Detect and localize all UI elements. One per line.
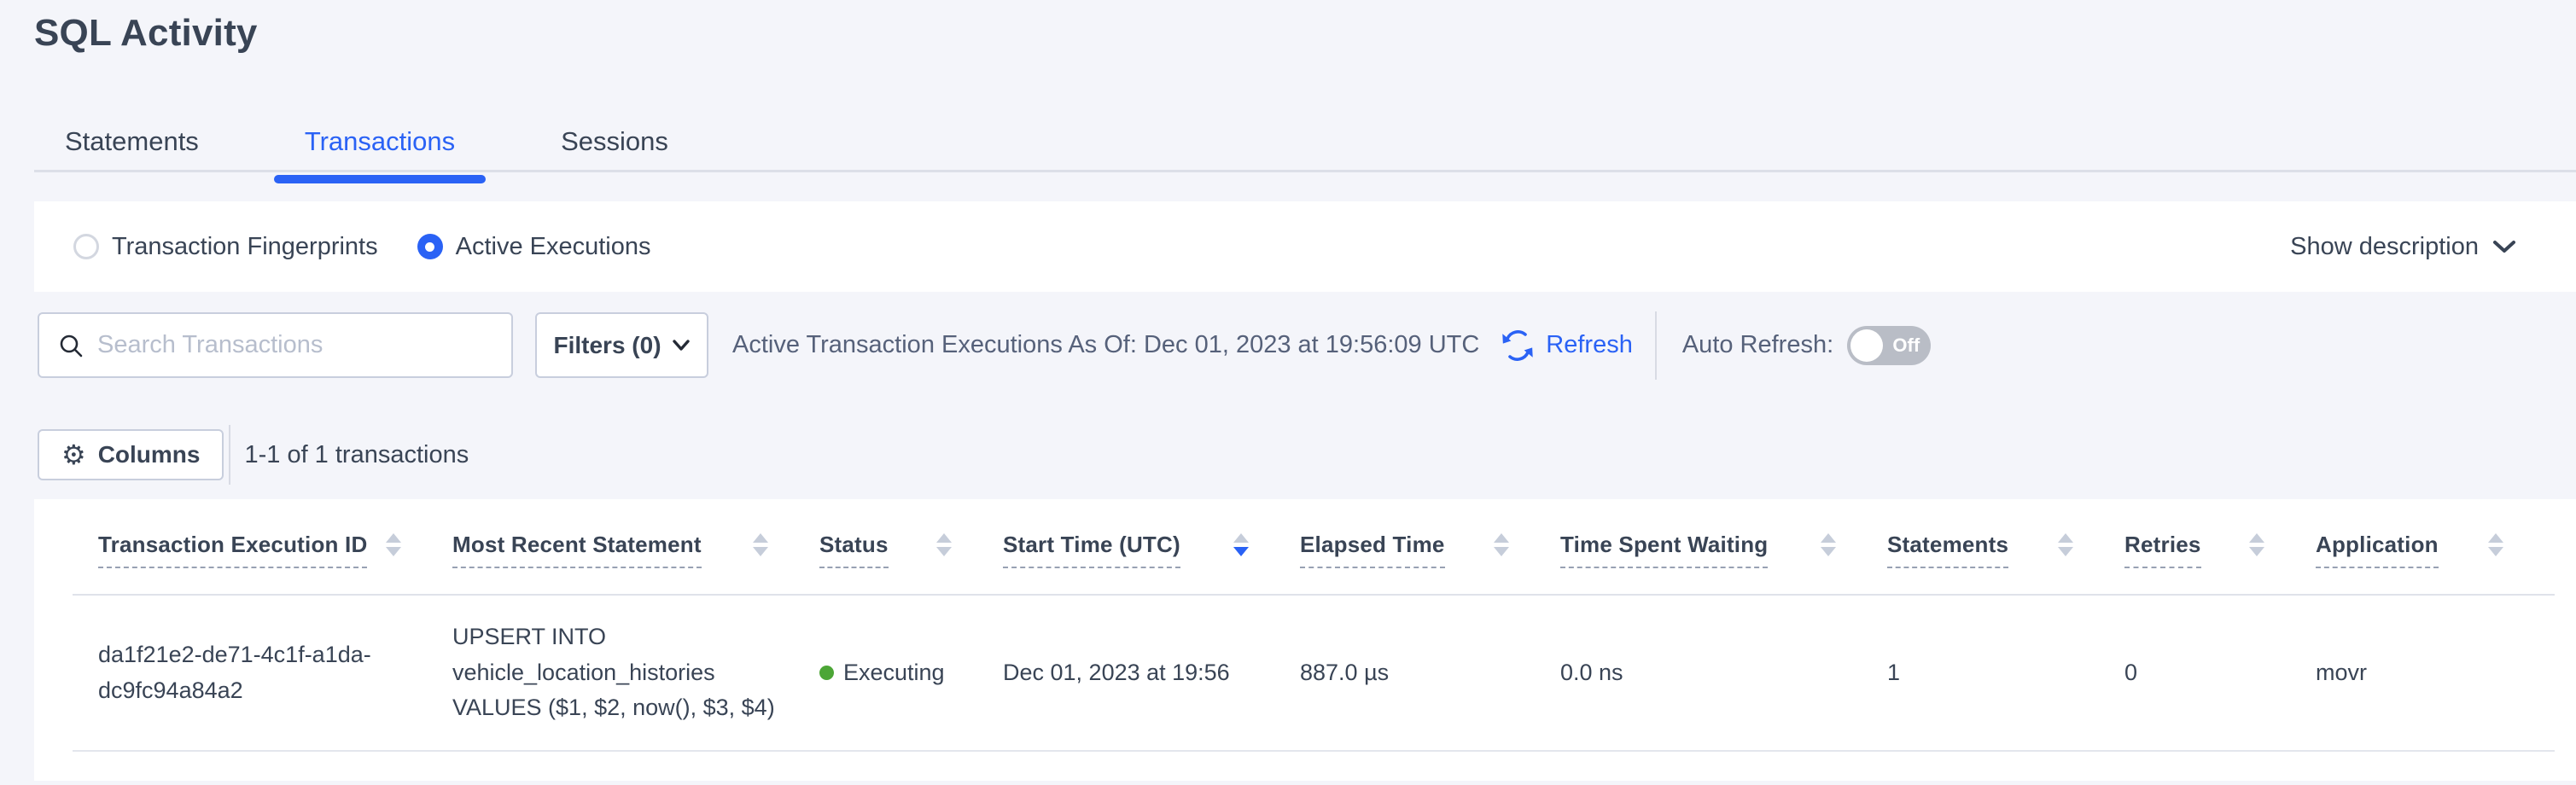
column-header-start-time[interactable]: Start Time (UTC) xyxy=(1003,499,1300,595)
filters-button[interactable]: Filters (0) xyxy=(535,312,708,378)
column-header-label[interactable]: Statements xyxy=(1887,532,2008,568)
table-header-row: Transaction Execution ID Most Recent Sta… xyxy=(73,499,2555,595)
cell-transaction-execution-id[interactable]: da1f21e2-de71-4c1f-a1da-dc9fc94a84a2 xyxy=(73,595,452,751)
status-label: Executing xyxy=(843,655,945,691)
column-header-label[interactable]: Transaction Execution ID xyxy=(98,532,367,568)
table-controls-row: ⚙ Columns 1-1 of 1 transactions xyxy=(38,429,469,480)
search-icon xyxy=(58,333,84,358)
cell-most-recent-statement: UPSERT INTO vehicle_location_histories V… xyxy=(452,595,819,751)
column-header-transaction-execution-id[interactable]: Transaction Execution ID xyxy=(73,499,452,595)
column-header-label[interactable]: Start Time (UTC) xyxy=(1003,532,1180,568)
transactions-table: Transaction Execution ID Most Recent Sta… xyxy=(73,499,2555,752)
toggle-knob[interactable] xyxy=(1850,329,1883,362)
columns-button[interactable]: ⚙ Columns xyxy=(38,429,224,480)
column-header-label[interactable]: Elapsed Time xyxy=(1300,532,1445,568)
sort-arrows-icon[interactable] xyxy=(1494,533,1509,556)
transactions-table-panel: Transaction Execution ID Most Recent Sta… xyxy=(34,499,2576,781)
executing-status-dot-icon xyxy=(819,666,834,680)
view-options-panel: Transaction Fingerprints Active Executio… xyxy=(34,201,2576,292)
cell-statements: 1 xyxy=(1887,595,2124,751)
cell-application: movr xyxy=(2316,595,2555,751)
search-box[interactable] xyxy=(38,312,513,378)
as-of-timestamp: Active Transaction Executions As Of: Dec… xyxy=(732,331,1479,359)
column-header-label[interactable]: Application xyxy=(2316,532,2439,568)
column-header-application[interactable]: Application xyxy=(2316,499,2555,595)
sort-arrows-icon[interactable] xyxy=(936,533,952,556)
gear-icon: ⚙ xyxy=(61,441,86,468)
chevron-down-icon xyxy=(672,339,691,352)
column-header-most-recent-statement[interactable]: Most Recent Statement xyxy=(452,499,819,595)
sort-arrows-icon[interactable] xyxy=(753,533,768,556)
toggle-state-label: Off xyxy=(1892,326,1920,365)
show-description-toggle[interactable]: Show description xyxy=(2290,233,2516,261)
results-count: 1-1 of 1 transactions xyxy=(244,441,469,469)
refresh-icon xyxy=(1500,328,1536,363)
column-header-elapsed-time[interactable]: Elapsed Time xyxy=(1300,499,1560,595)
search-input[interactable] xyxy=(97,331,496,359)
column-header-label[interactable]: Status xyxy=(819,532,889,568)
column-header-label[interactable]: Retries xyxy=(2124,532,2201,568)
page-title: SQL Activity xyxy=(34,12,258,55)
radio-label: Transaction Fingerprints xyxy=(112,233,378,261)
column-header-label[interactable]: Most Recent Statement xyxy=(452,532,702,568)
column-header-statements[interactable]: Statements xyxy=(1887,499,2124,595)
sort-arrows-icon[interactable] xyxy=(1821,533,1836,556)
controls-divider xyxy=(229,425,230,485)
toolbar: Filters (0) Active Transaction Execution… xyxy=(38,312,1931,378)
auto-refresh-toggle[interactable]: Off xyxy=(1847,326,1931,365)
cell-status: Executing xyxy=(819,595,1003,751)
radio-selected-icon[interactable] xyxy=(417,234,443,259)
radio-unselected-icon[interactable] xyxy=(73,234,99,259)
table-row[interactable]: da1f21e2-de71-4c1f-a1da-dc9fc94a84a2 UPS… xyxy=(73,595,2555,751)
sort-arrows-icon[interactable] xyxy=(386,533,401,556)
refresh-button[interactable]: Refresh xyxy=(1500,328,1633,363)
radio-label: Active Executions xyxy=(456,233,651,261)
column-header-status[interactable]: Status xyxy=(819,499,1003,595)
sort-arrows-icon[interactable] xyxy=(1233,533,1249,556)
cell-elapsed-time: 887.0 µs xyxy=(1300,595,1560,751)
tab-bar-divider xyxy=(34,170,2576,172)
column-header-label[interactable]: Time Spent Waiting xyxy=(1560,532,1768,568)
toolbar-divider xyxy=(1655,311,1657,380)
sort-arrows-icon[interactable] xyxy=(2249,533,2264,556)
chevron-down-icon xyxy=(2492,239,2516,254)
sort-arrows-icon[interactable] xyxy=(2488,533,2503,556)
refresh-label: Refresh xyxy=(1546,331,1633,359)
cell-time-spent-waiting: 0.0 ns xyxy=(1560,595,1887,751)
filters-label: Filters (0) xyxy=(553,332,661,359)
sort-arrows-icon[interactable] xyxy=(2058,533,2073,556)
radio-active-executions[interactable]: Active Executions xyxy=(417,233,651,261)
column-header-time-spent-waiting[interactable]: Time Spent Waiting xyxy=(1560,499,1887,595)
radio-transaction-fingerprints[interactable]: Transaction Fingerprints xyxy=(73,233,378,261)
column-header-retries[interactable]: Retries xyxy=(2124,499,2316,595)
auto-refresh-label: Auto Refresh: xyxy=(1682,331,1833,359)
columns-button-label: Columns xyxy=(98,441,201,468)
cell-retries: 0 xyxy=(2124,595,2316,751)
show-description-label: Show description xyxy=(2290,233,2479,261)
cell-start-time: Dec 01, 2023 at 19:56 xyxy=(1003,595,1300,751)
